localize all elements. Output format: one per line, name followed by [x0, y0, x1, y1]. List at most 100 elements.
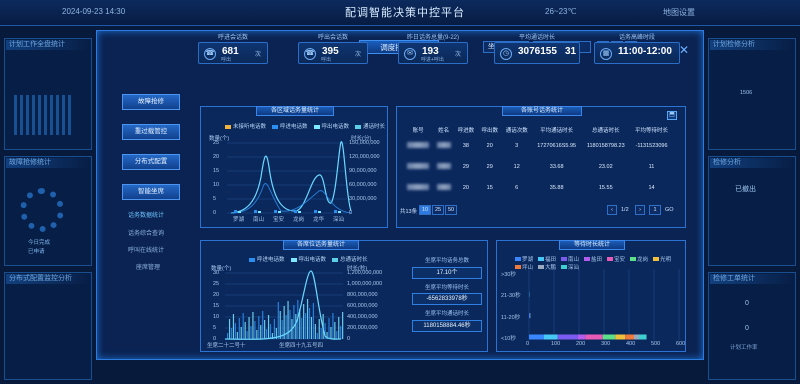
seat-ytick-right: 400,000,000	[347, 314, 378, 320]
seat-bar	[342, 312, 344, 339]
region-traffic-panel: 各区域话务量统计 未接听电话数 呼进电话数 呼出电话数 通话时长 数量(个) 时…	[200, 106, 388, 228]
bg-left-title-2: 故障抢修统计	[6, 158, 90, 168]
col-incoming[interactable]: 呼进数	[454, 125, 478, 135]
kpi-unit: 次	[254, 52, 261, 58]
cell: 3	[515, 142, 519, 149]
kpi-sub: 呼出	[321, 57, 332, 63]
nav-sub-traffic-query[interactable]: 话务综合查询	[128, 228, 164, 237]
region-bar	[274, 210, 277, 213]
bg-right-title-1: 计划检修分析	[710, 40, 794, 50]
close-icon[interactable]: ✕	[679, 43, 689, 57]
wait-bar	[639, 334, 647, 340]
cell: 29	[486, 163, 493, 170]
account-traffic-panel: 各账号话务统计 ⬒ 账号 姓名 呼进数 呼出数 通话次数 平均通话时长 总通话时…	[396, 106, 686, 228]
seat-bar	[318, 319, 320, 339]
bg-left-title-3: 分布式配置监控分析	[6, 274, 90, 284]
nav-sub-seat-management[interactable]: 座席管理	[136, 262, 160, 271]
nav-fault-repair[interactable]: 故障抢修	[122, 94, 180, 110]
kpi-sub: 呼进+呼出	[421, 57, 444, 63]
seat-bar	[227, 333, 229, 339]
region-ytick-right: 120,000,000	[349, 154, 380, 160]
col-account[interactable]: 账号	[403, 125, 433, 135]
cell: -1131523096	[635, 142, 668, 149]
region-ytick-right: 30,000,000	[349, 196, 377, 202]
seat-bar	[314, 324, 316, 339]
kpi-avg-duration: 平均通话时长 ◷ 3076155 31	[494, 35, 580, 64]
cell: 20	[486, 142, 493, 149]
wait-bar	[615, 334, 626, 340]
bg-right-withdrawn: 已撤出	[735, 186, 756, 193]
next-page-button[interactable]: ›	[635, 205, 645, 215]
col-calls[interactable]: 通话次数	[502, 125, 532, 135]
region-bar	[298, 211, 301, 213]
seat-bar	[244, 322, 246, 339]
bg-left-bars	[14, 95, 74, 135]
wait-bar	[602, 334, 616, 340]
seat-bar	[306, 299, 309, 339]
seat-bar	[312, 303, 314, 339]
cell: 15.55	[598, 184, 613, 191]
kpi-peak-period: 话务高峰时段 ▦ 11:00-12:00	[594, 35, 680, 64]
table-row[interactable]: 20 15 6 35.88 15.55 14	[403, 177, 673, 198]
bg-left-ring	[20, 188, 64, 232]
col-avg-wait[interactable]: 平均等待时长	[630, 125, 673, 135]
page-size-25[interactable]: 25	[432, 205, 444, 215]
page-size-50[interactable]: 50	[445, 205, 457, 215]
region-ytick-left: 20	[213, 154, 220, 160]
kpi-yesterday-total: 昨日话务总量(9-22) ✉ 193 次 呼进+呼出	[398, 35, 468, 64]
prev-page-button[interactable]: ‹	[607, 205, 617, 215]
kpi-value: 3076155	[518, 46, 557, 57]
kpi-label: 话务高峰时段	[618, 35, 655, 41]
wait-bar	[544, 334, 558, 340]
top-bar: 2024-09-23 14:30 配调智能决策中控平台 26~23℃ 地图设置	[0, 0, 800, 26]
seat-bar	[266, 329, 268, 339]
export-icon[interactable]: ⬒	[667, 111, 677, 120]
wait-xtick: 300	[601, 341, 611, 347]
cell: 33.68	[549, 163, 564, 170]
nav-sub-online-stats[interactable]: 呼叫在线统计	[128, 245, 164, 254]
bg-right-label: 计划工作率	[730, 345, 758, 351]
seat-bar	[334, 322, 336, 339]
seat-ytick-left: 20	[213, 292, 220, 298]
stat-avg-call: 1180158884.46秒	[412, 320, 482, 332]
seat-ytick-left: 5	[213, 325, 217, 331]
phone-in-icon: ☎	[204, 48, 216, 60]
wait-xtick: 400	[626, 341, 636, 347]
seat-xtick-1: 坐席二十二号十	[207, 343, 246, 349]
cell: 17270616S5.95	[537, 142, 577, 149]
col-total-duration[interactable]: 总通话时长	[582, 125, 631, 135]
col-avg-duration[interactable]: 平均通话时长	[532, 125, 582, 135]
datetime-text: 2024-09-23 14:30	[62, 7, 126, 16]
kpi-label: 昨日话务总量(9-22)	[406, 35, 459, 41]
table-row[interactable]: 38 20 3 17270616S5.95 1180158798.23 -11315230…	[403, 135, 673, 156]
nav-overload-control[interactable]: 重过载管控	[122, 124, 180, 140]
wait-xtick: 600	[676, 341, 686, 347]
col-outgoing[interactable]: 呼出数	[478, 125, 502, 135]
seat-bar	[273, 319, 275, 339]
page-input[interactable]: 1	[649, 205, 661, 215]
region-ytick-left: 0	[213, 210, 217, 216]
page-size-10[interactable]: 10	[419, 205, 431, 215]
seat-bar	[269, 324, 272, 339]
col-name[interactable]: 姓名	[433, 125, 454, 135]
wait-xtick: 100	[551, 341, 561, 347]
nav-smart-seat[interactable]: 智能坐席	[122, 184, 180, 200]
wait-bar	[585, 334, 603, 340]
seat-bar	[308, 308, 311, 339]
seat-bar	[279, 311, 281, 339]
seat-ytick-right: 1,000,000,000	[347, 281, 383, 287]
cell: 29	[462, 163, 469, 170]
nav-distributed-config[interactable]: 分布式配置	[122, 154, 180, 170]
table-row[interactable]: 29 29 12 33.68 23.02 11	[403, 156, 673, 177]
region-bar	[318, 211, 321, 213]
seat-bar	[328, 318, 330, 339]
go-button[interactable]: GO	[665, 207, 674, 213]
nav-sub-traffic-stats[interactable]: 话务数据统计	[128, 210, 164, 219]
kpi-outgoing-calls: 呼出会话数 ☎ 395 次 呼出	[298, 35, 368, 64]
map-settings-link[interactable]: 地图设置	[663, 7, 695, 18]
region-xtick: 罗湖	[233, 217, 245, 223]
calendar-icon: ▦	[600, 48, 612, 60]
wait-bar	[529, 313, 530, 319]
seat-bar	[232, 314, 235, 339]
seat-bar	[234, 323, 236, 339]
